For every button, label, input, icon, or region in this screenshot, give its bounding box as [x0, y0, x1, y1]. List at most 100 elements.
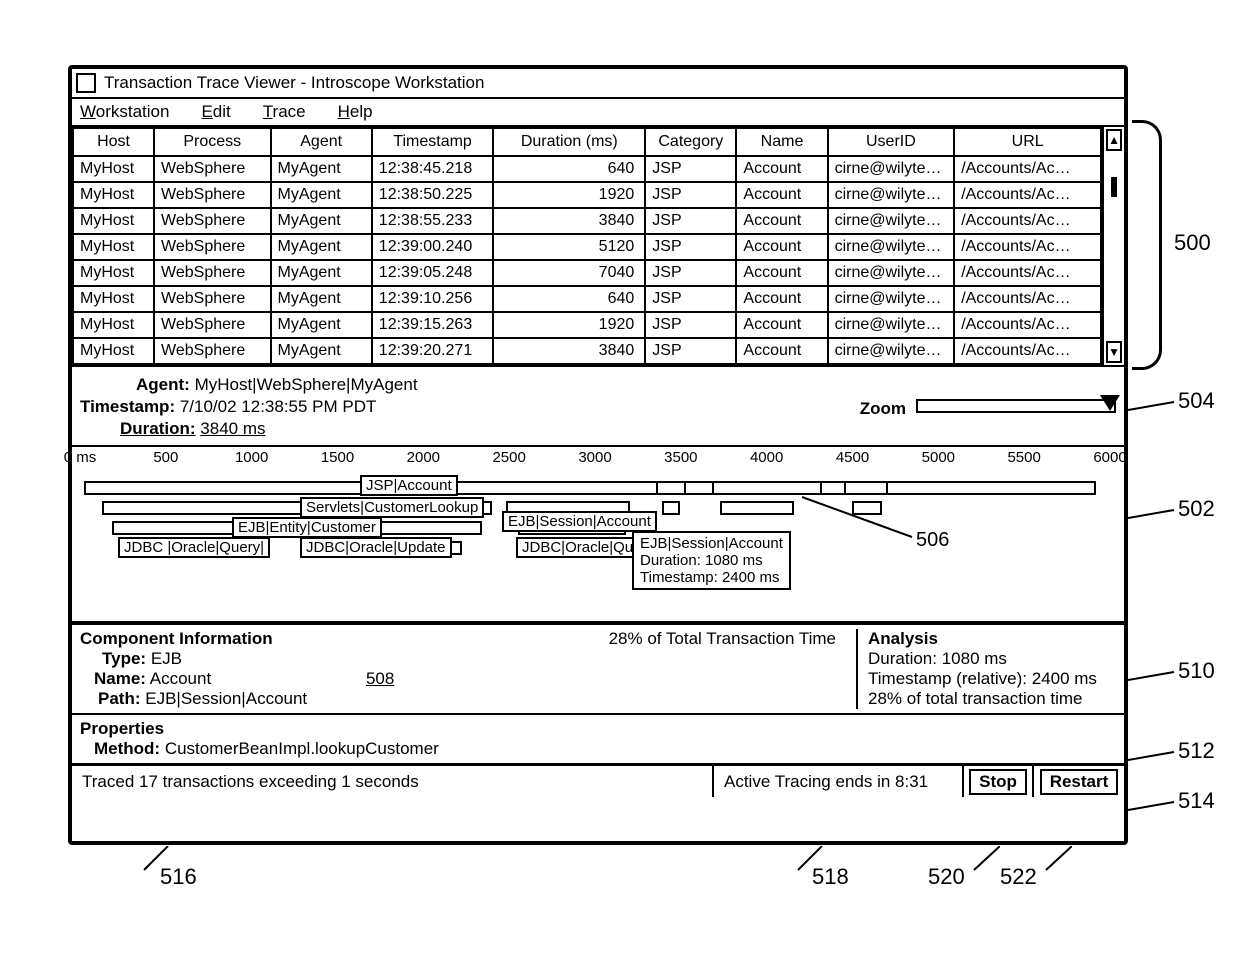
cell-name: Account [736, 182, 827, 208]
component-info-section: Component Information 28% of Total Trans… [72, 623, 1124, 713]
restart-button[interactable]: Restart [1040, 769, 1119, 795]
cell-duration: 1920 [493, 182, 645, 208]
gantt-label-ejb-entity-customer: EJB|Entity|Customer [232, 517, 382, 538]
table-row[interactable]: MyHostWebSphereMyAgent12:39:00.2405120JS… [73, 234, 1101, 260]
menu-bar: Workstation Edit Trace Help [72, 99, 1124, 127]
cell-host: MyHost [73, 182, 154, 208]
ruler-tick-label: 4500 [836, 449, 869, 466]
cell-timestamp: 12:39:05.248 [372, 260, 494, 286]
system-menu-icon[interactable] [76, 73, 96, 93]
cell-url: /Accounts/Ac… [954, 208, 1101, 234]
cell-process: WebSphere [154, 312, 270, 338]
callout-514: 514 [1178, 788, 1215, 814]
col-userid[interactable]: UserID [828, 128, 955, 156]
table-header-row: Host Process Agent Timestamp Duration (m… [73, 128, 1101, 156]
stop-button[interactable]: Stop [969, 769, 1027, 795]
col-duration[interactable]: Duration (ms) [493, 128, 645, 156]
menu-trace[interactable]: Trace [263, 102, 306, 122]
ci-name-value: Account [150, 669, 211, 688]
table-row[interactable]: MyHostWebSphereMyAgent12:38:55.2333840JS… [73, 208, 1101, 234]
ruler-tick-label: 1500 [321, 449, 354, 466]
callout-506: 506 [916, 529, 949, 552]
gantt-bar[interactable] [84, 481, 1096, 495]
gantt-bar[interactable] [712, 481, 822, 495]
cell-process: WebSphere [154, 208, 270, 234]
cell-duration: 640 [493, 286, 645, 312]
cell-category: JSP [645, 312, 736, 338]
window-title: Transaction Trace Viewer - Introscope Wo… [104, 73, 484, 93]
menu-workstation[interactable]: Workstation [80, 102, 169, 122]
cell-agent: MyAgent [271, 312, 372, 338]
col-url[interactable]: URL [954, 128, 1101, 156]
table-row[interactable]: MyHostWebSphereMyAgent12:39:05.2487040JS… [73, 260, 1101, 286]
zoom-thumb-icon[interactable] [1100, 395, 1120, 411]
ci-path-value: EJB|Session|Account [145, 689, 307, 708]
trace-table[interactable]: Host Process Agent Timestamp Duration (m… [72, 127, 1102, 365]
title-bar: Transaction Trace Viewer - Introscope Wo… [72, 69, 1124, 99]
ci-name-label: Name: [94, 669, 146, 688]
col-host[interactable]: Host [73, 128, 154, 156]
cell-agent: MyAgent [271, 338, 372, 364]
cell-name: Account [736, 338, 827, 364]
cell-agent: MyAgent [271, 156, 372, 182]
cell-agent: MyAgent [271, 208, 372, 234]
leader-512 [1128, 750, 1178, 770]
leader-514 [1128, 800, 1178, 820]
vertical-scrollbar[interactable]: ▲ ▼ [1102, 127, 1124, 365]
cell-name: Account [736, 286, 827, 312]
agent-label: Agent: [136, 375, 190, 394]
ruler-tick-label: 1000 [235, 449, 268, 466]
zoom-label: Zoom [860, 399, 906, 419]
gantt-bar[interactable] [656, 481, 686, 495]
scroll-handle-icon[interactable] [1111, 177, 1117, 197]
table-row[interactable]: MyHostWebSphereMyAgent12:39:10.256640JSP… [73, 286, 1101, 312]
col-agent[interactable]: Agent [271, 128, 372, 156]
gantt-bar[interactable] [720, 501, 794, 515]
menu-edit[interactable]: Edit [201, 102, 230, 122]
cell-timestamp: 12:39:10.256 [372, 286, 494, 312]
analysis-title: Analysis [868, 629, 1116, 649]
leader-504 [1128, 400, 1178, 420]
ci-type-label: Type: [102, 649, 146, 668]
table-row[interactable]: MyHostWebSphereMyAgent12:39:20.2713840JS… [73, 338, 1101, 364]
gantt-bar[interactable] [662, 501, 680, 515]
gantt-label-jsp-account: JSP|Account [360, 475, 458, 496]
scroll-track[interactable] [1104, 153, 1124, 339]
scroll-down-icon[interactable]: ▼ [1106, 341, 1122, 363]
cell-userid: cirne@wilyte… [828, 286, 955, 312]
cell-name: Account [736, 156, 827, 182]
cell-duration: 1920 [493, 312, 645, 338]
cell-host: MyHost [73, 286, 154, 312]
ruler-tick-label: 4000 [750, 449, 783, 466]
leader-522 [1032, 846, 1072, 876]
prop-method-value: CustomerBeanImpl.lookupCustomer [165, 739, 439, 758]
cell-userid: cirne@wilyte… [828, 312, 955, 338]
callout-520: 520 [928, 864, 965, 890]
brace-500 [1132, 120, 1162, 370]
col-category[interactable]: Category [645, 128, 736, 156]
zoom-slider[interactable] [916, 399, 1116, 413]
menu-help[interactable]: Help [338, 102, 373, 122]
cell-timestamp: 12:39:20.271 [372, 338, 494, 364]
status-traced: Traced 17 transactions exceeding 1 secon… [72, 766, 714, 797]
table-row[interactable]: MyHostWebSphereMyAgent12:38:50.2251920JS… [73, 182, 1101, 208]
cell-duration: 7040 [493, 260, 645, 286]
scroll-up-icon[interactable]: ▲ [1106, 129, 1122, 151]
window-frame: Transaction Trace Viewer - Introscope Wo… [68, 65, 1128, 845]
cell-duration: 3840 [493, 338, 645, 364]
gantt-bar[interactable] [844, 481, 888, 495]
table-row[interactable]: MyHostWebSphereMyAgent12:38:45.218640JSP… [73, 156, 1101, 182]
cell-userid: cirne@wilyte… [828, 338, 955, 364]
col-timestamp[interactable]: Timestamp [372, 128, 494, 156]
cell-agent: MyAgent [271, 260, 372, 286]
callout-500: 500 [1174, 230, 1211, 256]
col-process[interactable]: Process [154, 128, 270, 156]
cell-process: WebSphere [154, 156, 270, 182]
pct-total-time: 28% of Total Transaction Time [609, 629, 836, 649]
col-name[interactable]: Name [736, 128, 827, 156]
cell-category: JSP [645, 182, 736, 208]
gantt-label-jdbc-oracle-update: JDBC|Oracle|Update [300, 537, 452, 558]
gantt-area[interactable]: JSP|Account Servlets|CustomerLookup EJB|… [72, 475, 1124, 625]
table-row[interactable]: MyHostWebSphereMyAgent12:39:15.2631920JS… [73, 312, 1101, 338]
tooltip-timestamp: Timestamp: 2400 ms [640, 569, 783, 586]
